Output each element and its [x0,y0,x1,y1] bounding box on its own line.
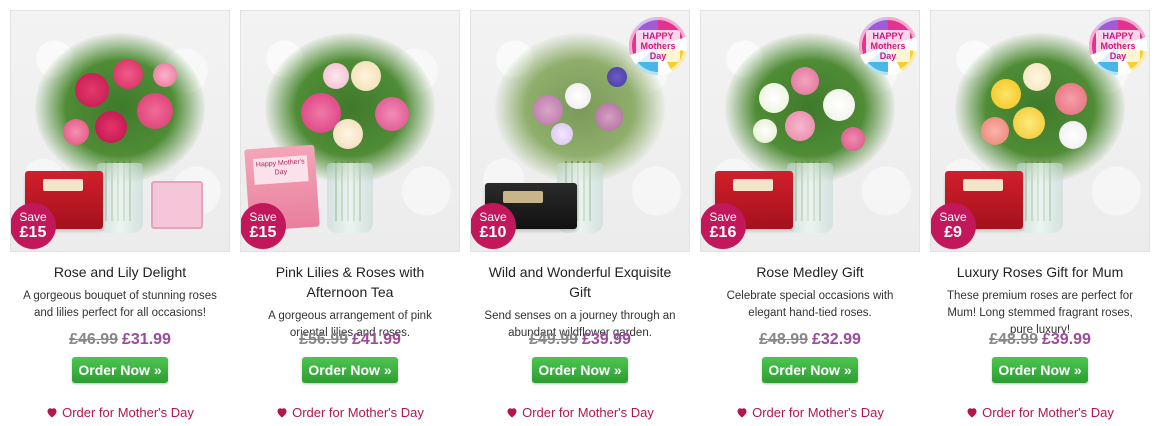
heart-icon [277,408,287,418]
balloon-text: HAPPY Mothers Day [1096,30,1140,62]
product-image[interactable]: Happy Mother's Day Save £15 [240,10,460,252]
balloon-graphic: HAPPY Mothers Day [629,17,687,75]
order-now-button[interactable]: Order Now » [762,357,858,383]
mothers-day-link[interactable]: Order for Mother's Day [930,405,1150,420]
was-price: £48.99 [989,331,1038,348]
save-label: Save [19,209,47,224]
price-row: £49.99 £39.99 [470,331,690,349]
current-price: £31.99 [122,331,171,348]
mothers-day-link-label: Order for Mother's Day [982,405,1114,420]
save-badge: Save £16 [701,203,746,249]
mothers-day-link-label: Order for Mother's Day [752,405,884,420]
price-row: £56.99 £41.99 [240,331,460,349]
save-amount: £16 [709,223,737,241]
was-price: £56.99 [299,331,348,348]
heart-icon [47,408,57,418]
was-price: £49.99 [529,331,578,348]
save-amount: £9 [944,223,962,241]
heart-icon [737,408,747,418]
save-badge: Save £15 [11,203,56,249]
mothers-day-link-label: Order for Mother's Day [292,405,424,420]
product-title[interactable]: Rose and Lily Delight [16,262,224,282]
save-badge: Save £15 [241,203,286,249]
save-badge: Save £9 [931,203,976,249]
save-amount: £15 [19,223,47,241]
mothers-day-link[interactable]: Order for Mother's Day [700,405,920,420]
product-image[interactable]: HAPPY Mothers Day Save £9 [930,10,1150,252]
product-description: Celebrate special occasions with elegant… [726,290,894,319]
save-amount: £10 [479,223,507,241]
price-row: £46.99 £31.99 [10,331,230,349]
was-price: £48.99 [759,331,808,348]
order-now-button[interactable]: Order Now » [992,357,1088,383]
heart-icon [507,408,517,418]
product-title[interactable]: Wild and Wonderful Exquisite Gift [476,262,684,302]
was-price: £46.99 [69,331,118,348]
mothers-day-link-label: Order for Mother's Day [62,405,194,420]
save-label: Save [709,209,737,224]
balloon-text: HAPPY Mothers Day [636,30,680,62]
mothers-day-link[interactable]: Order for Mother's Day [470,405,690,420]
product-description: A gorgeous bouquet of stunning roses and… [23,290,217,319]
product-card: HAPPY Mothers Day Save £16 Rose Medley G… [700,0,920,420]
product-card: Happy Mother's Day Save £15 Pink Lilies … [240,0,460,420]
product-image[interactable]: HAPPY Mothers Day Save £10 [470,10,690,252]
save-amount: £15 [249,223,277,241]
mothers-day-link-label: Order for Mother's Day [522,405,654,420]
mothers-day-link[interactable]: Order for Mother's Day [240,405,460,420]
balloon-graphic: HAPPY Mothers Day [859,17,917,75]
save-label: Save [939,209,967,224]
save-label: Save [479,209,507,224]
order-now-button[interactable]: Order Now » [302,357,398,383]
greeting-card [151,181,203,229]
price-row: £48.99 £39.99 [930,331,1150,349]
balloon-text: HAPPY Mothers Day [866,30,910,62]
save-label: Save [249,209,277,224]
order-now-button[interactable]: Order Now » [532,357,628,383]
current-price: £39.99 [1042,331,1091,348]
current-price: £32.99 [812,331,861,348]
order-now-button[interactable]: Order Now » [72,357,168,383]
product-title[interactable]: Rose Medley Gift [706,262,914,282]
product-image[interactable]: Save £15 [10,10,230,252]
product-card: HAPPY Mothers Day Save £9 Luxury Roses G… [930,0,1150,420]
tea-box-text: Happy Mother's Day [252,155,309,185]
product-title[interactable]: Pink Lilies & Roses with Afternoon Tea [246,262,454,302]
balloon-graphic: HAPPY Mothers Day [1089,17,1147,75]
heart-icon [967,408,977,418]
product-title[interactable]: Luxury Roses Gift for Mum [936,262,1144,282]
current-price: £39.99 [582,331,631,348]
product-card: HAPPY Mothers Day Save £10 Wild and Wond… [470,0,690,420]
price-row: £48.99 £32.99 [700,331,920,349]
current-price: £41.99 [352,331,401,348]
save-badge: Save £10 [471,203,516,249]
product-image[interactable]: HAPPY Mothers Day Save £16 [700,10,920,252]
mothers-day-link[interactable]: Order for Mother's Day [10,405,230,420]
product-card: Save £15 Rose and Lily Delight A gorgeou… [10,0,230,420]
product-grid: Save £15 Rose and Lily Delight A gorgeou… [0,0,1160,420]
